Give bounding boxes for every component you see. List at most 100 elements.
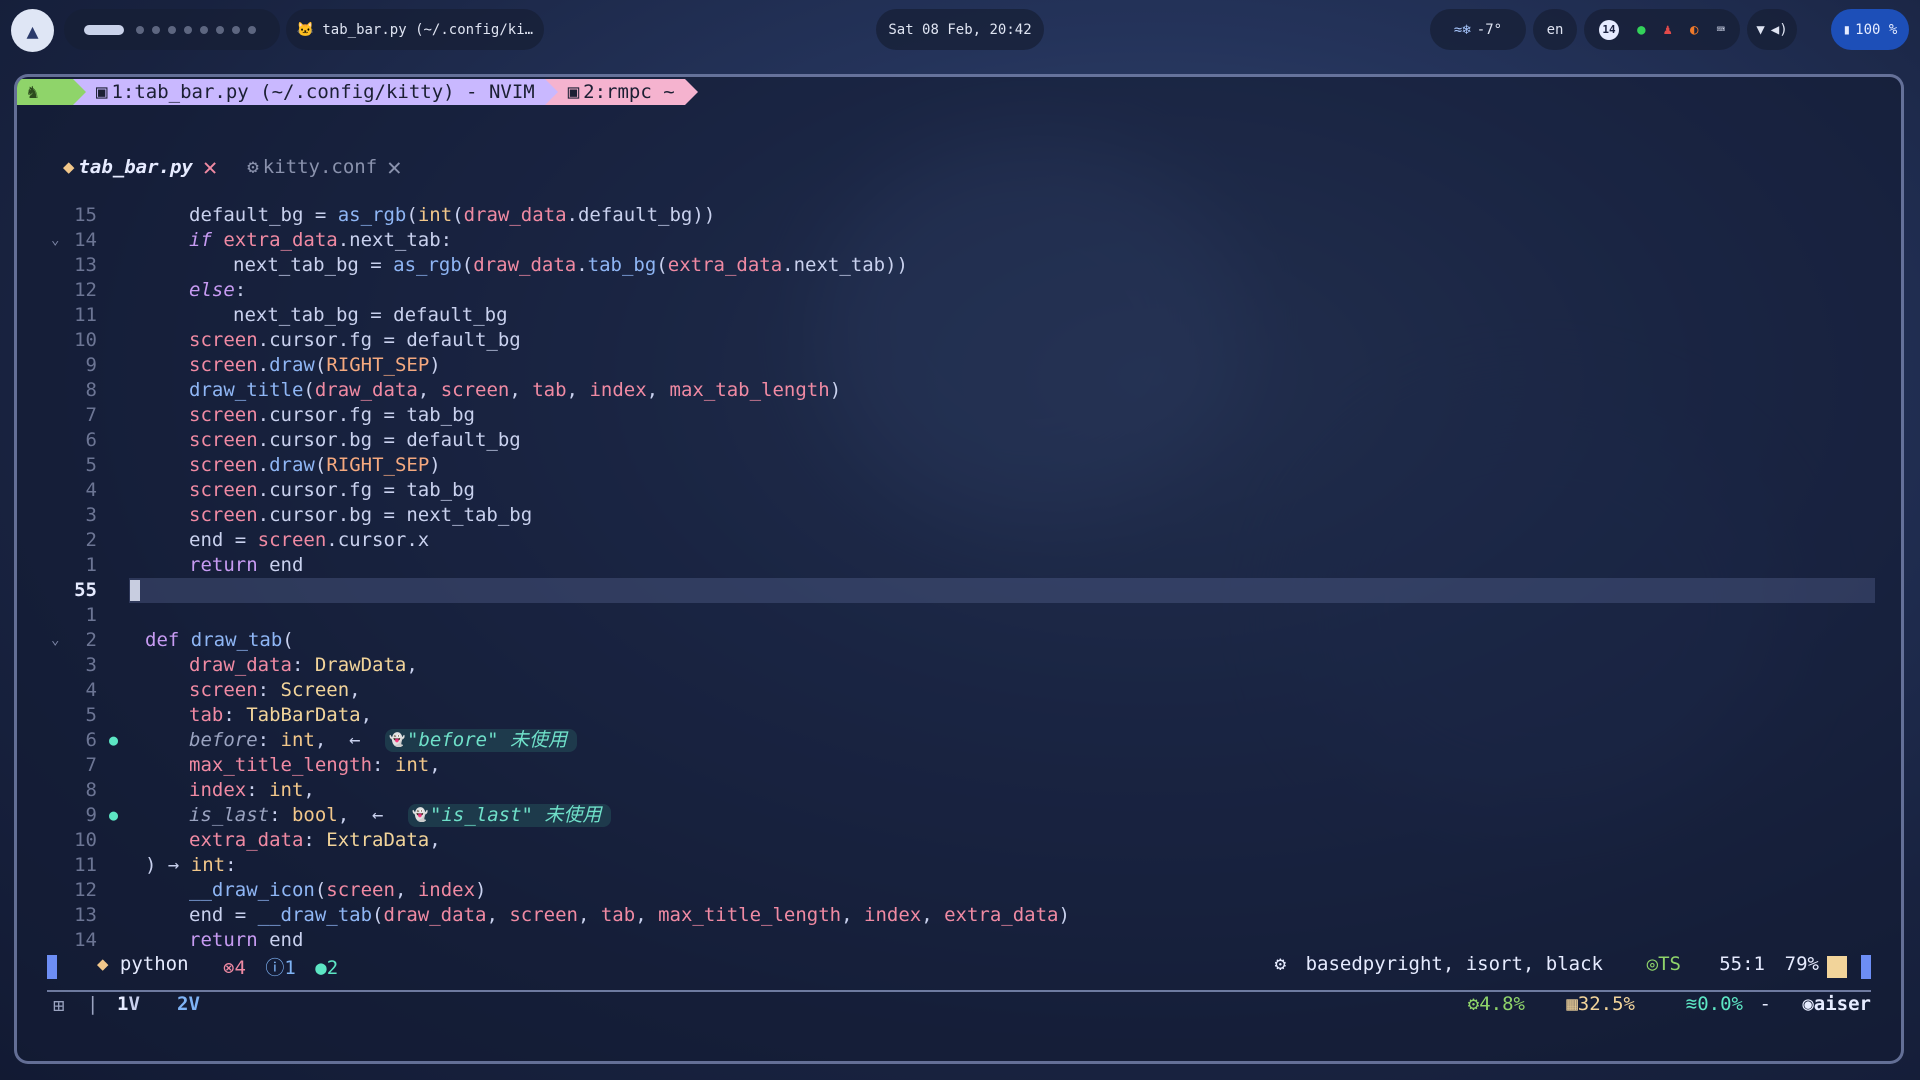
line-number: 2: [85, 529, 97, 551]
code-line[interactable]: 6 ● before: int, ← 👻 "before" 未使用: [17, 728, 1901, 753]
code-line[interactable]: 10 screen.cursor.fg = default_bg: [17, 328, 1901, 353]
kitty-tab-2[interactable]: ▣ 2:rmpc ~: [557, 79, 685, 105]
workspace-dot[interactable]: [248, 25, 256, 34]
code-text: ) → int:: [145, 854, 237, 876]
workspace-indicator[interactable]: [64, 9, 280, 50]
system-status[interactable]: ▼ ◀): [1747, 9, 1797, 50]
layout-icon[interactable]: ⊞: [53, 995, 64, 1017]
workspace-dot[interactable]: [168, 25, 176, 34]
filetype[interactable]: ◆ python: [97, 953, 189, 975]
code-text: tab: TabBarData,: [189, 704, 373, 726]
firefox-icon[interactable]: ◐: [1690, 22, 1698, 38]
workspace-dot[interactable]: [136, 25, 144, 34]
diagnostics[interactable]: ⊗4 ⓘ1 ●2: [223, 953, 338, 980]
qq-icon[interactable]: ♟: [1664, 22, 1672, 38]
workspace-dot[interactable]: [216, 25, 224, 34]
line-number: 5: [85, 704, 97, 726]
workspace-dot[interactable]: [232, 25, 240, 34]
code-line[interactable]: 6 screen.cursor.bg = default_bg: [17, 428, 1901, 453]
code-line[interactable]: 13 next_tab_bg = as_rgb(draw_data.tab_bg(…: [17, 253, 1901, 278]
close-icon[interactable]: ✕: [203, 153, 217, 181]
error-count: 4: [234, 957, 246, 979]
code-line[interactable]: 9 ● is_last: bool, ← 👻 "is_last" 未使用: [17, 803, 1901, 828]
code-line[interactable]: 1: [17, 603, 1901, 628]
code-line[interactable]: 9 screen.draw(RIGHT_SEP): [17, 353, 1901, 378]
line-number: 10: [74, 329, 97, 351]
code-line[interactable]: 4 screen: Screen,: [17, 678, 1901, 703]
treesitter-status: ◎TS: [1647, 953, 1681, 975]
code-text: if extra_data.next_tab:: [189, 229, 453, 251]
lightbulb-icon[interactable]: ●: [109, 728, 118, 753]
view-2[interactable]: 2V: [177, 993, 200, 1015]
clock[interactable]: Sat 08 Feb, 20:42: [876, 9, 1044, 50]
code-line[interactable]: ⌄ 2 def draw_tab(: [17, 628, 1901, 653]
buffer-tab[interactable]: ⚙ kitty.conf ✕: [247, 153, 401, 181]
code-text: return end: [189, 554, 304, 576]
code-line[interactable]: 3 screen.cursor.bg = next_tab_bg: [17, 503, 1901, 528]
line-number: 1: [85, 604, 97, 626]
code-line[interactable]: 14 return end: [17, 928, 1901, 953]
code-line[interactable]: 1 return end: [17, 553, 1901, 578]
code-line[interactable]: 7 screen.cursor.fg = tab_bg: [17, 403, 1901, 428]
code-line[interactable]: 8 index: int,: [17, 778, 1901, 803]
view-1-label: 1: [117, 993, 129, 1015]
notification-badge[interactable]: 14: [1599, 19, 1620, 40]
active-window-title[interactable]: 🐱 tab_bar.py (~/.config/ki…: [286, 9, 544, 50]
code-line[interactable]: 10 extra_data: ExtraData,: [17, 828, 1901, 853]
code-line[interactable]: 12 __draw_icon(screen, index): [17, 878, 1901, 903]
launcher-button[interactable]: ▲: [11, 9, 54, 52]
lsp-status[interactable]: ⚙ basedpyright, isort, black: [1275, 953, 1603, 975]
view-1[interactable]: 1V: [117, 993, 140, 1015]
code-line[interactable]: 5 tab: TabBarData,: [17, 703, 1901, 728]
statusline: ◆ python ⊗4 ⓘ1 ●2 ⚙ basedpyright, isort,…: [47, 953, 1871, 983]
keyboard-language[interactable]: en: [1533, 9, 1577, 50]
buffer-line: ◆ tab_bar.py ✕ ⚙ kitty.conf ✕: [63, 153, 432, 181]
hint-count: 2: [326, 957, 339, 979]
code-line[interactable]: 13 end = __draw_tab(draw_data, screen, ta…: [17, 903, 1901, 928]
workspace-dot[interactable]: [152, 25, 160, 34]
kitty-home-segment[interactable]: ♞: [17, 79, 73, 105]
language-label: en: [1546, 21, 1564, 38]
line-number: 6: [85, 729, 97, 751]
buffer-tab-active[interactable]: ◆ tab_bar.py ✕: [63, 153, 217, 181]
code-line[interactable]: 4 screen.cursor.fg = tab_bg: [17, 478, 1901, 503]
code-text: max_title_length: int,: [189, 754, 441, 776]
code-line[interactable]: ⌄ 14 if extra_data.next_tab:: [17, 228, 1901, 253]
kitty-tab-1[interactable]: ▣ 1:tab_bar.py (~/.config/kitty) - NVIM: [86, 79, 545, 105]
current-line[interactable]: 55: [17, 578, 1901, 603]
code-line[interactable]: 11) → int:: [17, 853, 1901, 878]
code-text: screen.cursor.bg = next_tab_bg: [189, 504, 533, 526]
scroll-percent: 79%: [1784, 953, 1819, 975]
line-number: 10: [74, 829, 97, 851]
kitty-tab-2-label: 2:rmpc ~: [583, 81, 675, 103]
code-line[interactable]: 12 else:: [17, 278, 1901, 303]
code-line[interactable]: 11 next_tab_bg = default_bg: [17, 303, 1901, 328]
workspace-dot[interactable]: [184, 25, 192, 34]
code-line[interactable]: 2 end = screen.cursor.x: [17, 528, 1901, 553]
code-text: before: int, ←: [189, 729, 361, 751]
editor-area[interactable]: 15 default_bg = as_rgb(int(draw_data.defa…: [17, 203, 1901, 953]
code-line[interactable]: 5 screen.draw(RIGHT_SEP): [17, 453, 1901, 478]
code-line[interactable]: 8 draw_title(draw_data, screen, tab, inde…: [17, 378, 1901, 403]
code-line[interactable]: 7 max_title_length: int,: [17, 753, 1901, 778]
battery-widget[interactable]: ▮ 100 %: [1831, 9, 1909, 50]
line-number: 12: [74, 279, 97, 301]
workspace-dot[interactable]: [200, 25, 208, 34]
lightbulb-icon[interactable]: ●: [109, 803, 118, 828]
keyboard-icon[interactable]: ⌨: [1717, 22, 1725, 38]
terminal-icon: ▣: [96, 81, 108, 103]
cat-icon: ♞: [27, 81, 39, 103]
weather-widget[interactable]: ≈❄ -7°: [1430, 9, 1526, 50]
vim-icon: V: [188, 993, 200, 1015]
code-line[interactable]: 15 default_bg = as_rgb(int(draw_data.defa…: [17, 203, 1901, 228]
error-icon: ⊗: [223, 957, 235, 979]
close-icon[interactable]: ✕: [387, 153, 401, 181]
cursorline-highlight: [129, 578, 1875, 603]
scroll-indicator: [1827, 956, 1847, 978]
wechat-icon[interactable]: ●: [1637, 22, 1645, 38]
code-line[interactable]: 3 draw_data: DrawData,: [17, 653, 1901, 678]
line-number: 2: [85, 629, 97, 651]
workspace-active[interactable]: [84, 24, 124, 35]
battery-icon: ▮: [1842, 21, 1852, 38]
info-count: 1: [284, 957, 296, 979]
